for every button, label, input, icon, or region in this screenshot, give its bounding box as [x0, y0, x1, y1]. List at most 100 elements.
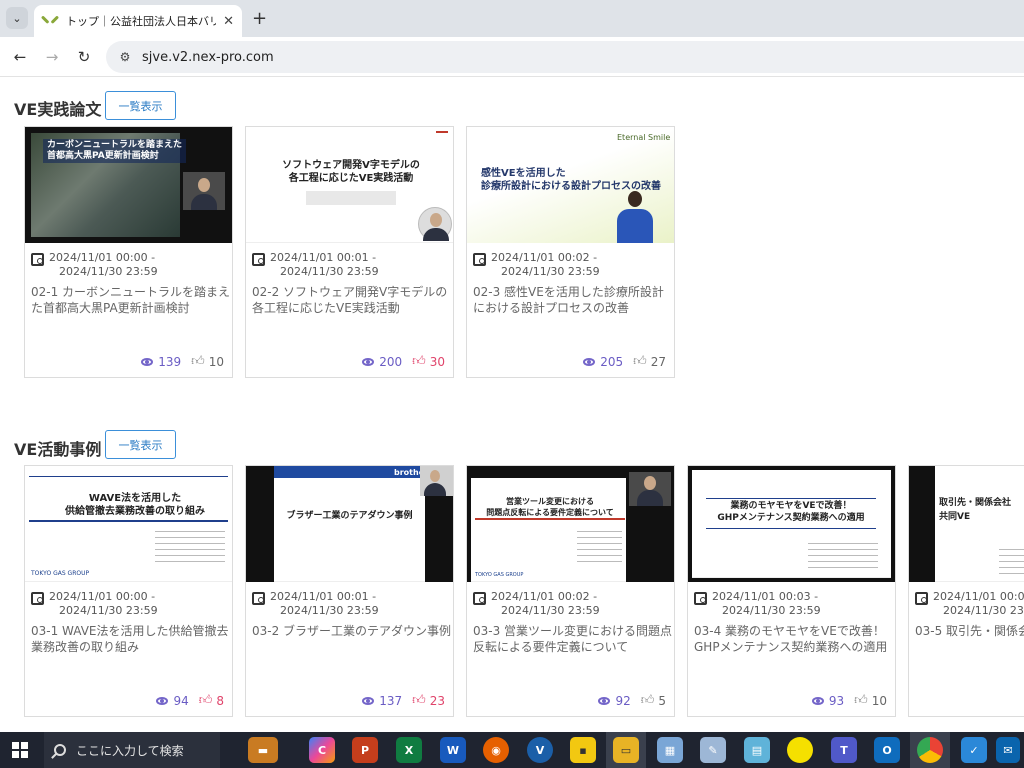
windows-start-icon[interactable]	[12, 742, 28, 758]
like-count: 8	[216, 693, 224, 708]
date-start: 2024/11/01 00:04 -	[933, 590, 1024, 603]
thumbnail-title: ブラザー工業のテアダウン事例	[286, 511, 413, 521]
thumbs-up-icon[interactable]: 👍︎	[633, 354, 647, 369]
presenter-video	[629, 472, 671, 506]
card-title[interactable]: 03-2 ブラザー工業のテアダウン事例	[252, 623, 452, 639]
thumbnail-title: WAVE法を活用した 供給管撤去業務改善の取り組み	[65, 493, 205, 517]
work-briefcase-icon[interactable]: ▬	[248, 737, 278, 763]
card-thumbnail[interactable]: カーボンニュートラルを踏まえた 首都高大黒PA更新計画検討	[25, 127, 232, 243]
presenter-video	[420, 466, 453, 496]
thumbs-up-icon[interactable]: 👍︎	[641, 693, 655, 708]
card-thumbnail[interactable]: 取引先・関係会社 共同VE	[909, 466, 1024, 582]
copilot-icon[interactable]: C	[309, 737, 335, 763]
date-end: 2024/11/30 23:59	[59, 604, 158, 617]
card-title[interactable]: 02-1 カーボンニュートラルを踏まえた首都高大黒PA更新計画検討	[31, 284, 231, 316]
thumbs-up-icon[interactable]: 👍︎	[412, 693, 426, 708]
outlook-icon[interactable]: O	[874, 737, 900, 763]
paint-icon[interactable]: ✎	[700, 737, 726, 763]
like-count: 23	[429, 693, 445, 708]
thumbnail-title: 取引先・関係会社 共同VE	[939, 498, 1012, 522]
card-thumbnail[interactable]: ソフトウェア開発V字モデルの 各工程に応じたVE実践活動	[246, 127, 453, 243]
eye-icon	[598, 696, 611, 705]
url-text: sjve.v2.nex-pro.com	[142, 49, 274, 65]
section-title-ve-cases: VE活動事例	[14, 440, 102, 459]
thumbs-up-icon[interactable]: 👍︎	[854, 693, 868, 708]
teams-icon[interactable]: T	[831, 737, 857, 763]
card-thumbnail[interactable]: 業務のモヤモヤをVEで改善！ GHPメンテナンス契約業務への適用	[688, 466, 895, 582]
url-input[interactable]: ⚙ sjve.v2.nex-pro.com	[106, 41, 1024, 73]
date-end: 2024/11/30 23:59	[280, 604, 379, 617]
eye-icon	[156, 696, 169, 705]
word-icon[interactable]: W	[440, 737, 466, 763]
list-view-button[interactable]: 一覧表示	[105, 430, 176, 459]
section-title-ve-papers: VE実践論文	[14, 100, 102, 119]
view-count: 94	[173, 693, 189, 708]
arrow-left-icon[interactable]: ←	[9, 46, 31, 68]
mail-icon[interactable]: ✉	[996, 737, 1020, 763]
browser-tab-bar: ⌄ トップ｜公益社団法人日本バリュー ✕ +	[0, 0, 1024, 37]
card-stats: 93 👍︎ 10	[811, 693, 887, 708]
tasks-icon[interactable]: ✓	[961, 737, 987, 763]
card-title[interactable]: 02-2 ソフトウェア開発V字モデルの各工程に応じたVE実践活動	[252, 284, 452, 316]
date-start: 2024/11/01 00:00 -	[49, 251, 156, 264]
card-03-3[interactable]: 営業ツール変更における 問題点反転による要件定義について TOKYO GAS G…	[466, 465, 675, 717]
card-title[interactable]: 03-5 取引先・関係会社と共同VE	[915, 623, 1024, 639]
yellow-circle-icon[interactable]	[787, 737, 813, 763]
excel-icon[interactable]: X	[396, 737, 422, 763]
firefox-icon[interactable]: ◉	[483, 737, 509, 763]
file-explorer-icon[interactable]: ▭	[613, 737, 639, 763]
tune-icon[interactable]: ⚙	[116, 48, 134, 66]
like-count: 30	[429, 354, 445, 369]
thumbs-up-icon[interactable]: 👍︎	[412, 354, 426, 369]
page-content: VE実践論文 一覧表示 カーボンニュートラルを踏まえた 首都高大黒PA更新計画検…	[0, 78, 1024, 732]
view-count: 139	[158, 354, 182, 369]
calendar-icon	[252, 592, 265, 605]
date-start: 2024/11/01 00:01 -	[270, 590, 377, 603]
card-02-3[interactable]: Eternal Smile 感性VEを活用した 診療所設計における設計プロセスの…	[466, 126, 675, 378]
card-title[interactable]: 03-1 WAVE法を活用した供給管撤去業務改善の取り組み	[31, 623, 231, 655]
presenter-video	[615, 189, 655, 243]
calendar-icon	[31, 253, 44, 266]
card-title[interactable]: 03-4 業務のモヤモヤをVEで改善！GHPメンテナンス契約業務への適用	[694, 623, 894, 655]
powerpoint-icon[interactable]: P	[352, 737, 378, 763]
card-03-4[interactable]: 業務のモヤモヤをVEで改善！ GHPメンテナンス契約業務への適用 2024/11…	[687, 465, 896, 717]
notepad-icon[interactable]: ▤	[744, 737, 770, 763]
card-02-1[interactable]: カーボンニュートラルを踏まえた 首都高大黒PA更新計画検討 2024/11/01…	[24, 126, 233, 378]
view-count: 93	[828, 693, 845, 708]
view-count: 200	[379, 354, 403, 369]
thumbs-up-icon[interactable]: 👍︎	[191, 354, 205, 369]
card-thumbnail[interactable]: Eternal Smile 感性VEを活用した 診療所設計における設計プロセスの…	[467, 127, 674, 243]
card-03-5[interactable]: 取引先・関係会社 共同VE 2024/11/01 00:04 - 2024/11…	[908, 465, 1024, 717]
taskbar-search-box[interactable]: ここに入力して検索	[44, 732, 220, 768]
chrome-icon[interactable]	[917, 737, 943, 763]
address-bar: ← → ↻ ⚙ sjve.v2.nex-pro.com	[0, 37, 1024, 77]
card-title[interactable]: 02-3 感性VEを活用した診療所設計における設計プロセスの改善	[473, 284, 673, 316]
eye-icon	[362, 696, 375, 705]
sticky-notes-icon[interactable]: ▪	[570, 737, 596, 763]
tab-menu-chevron-down-icon[interactable]: ⌄	[6, 7, 28, 29]
card-thumbnail[interactable]: brother ブラザー工業のテアダウン事例	[246, 466, 453, 582]
card-stats: 139 👍︎ 10	[141, 354, 224, 369]
presenter-video	[183, 172, 225, 210]
view-count: 205	[600, 354, 624, 369]
card-thumbnail[interactable]: 営業ツール変更における 問題点反転による要件定義について TOKYO GAS G…	[467, 466, 674, 582]
search-placeholder: ここに入力して検索	[76, 743, 184, 758]
card-03-1[interactable]: WAVE法を活用した 供給管撤去業務改善の取り組み TOKYO GAS GROU…	[24, 465, 233, 717]
browser-tab[interactable]: トップ｜公益社団法人日本バリュー ✕	[34, 5, 242, 37]
plus-icon[interactable]: +	[252, 8, 267, 29]
list-view-button[interactable]: 一覧表示	[105, 91, 176, 120]
card-stats: 92 👍︎ 5	[598, 693, 666, 708]
arrow-right-icon[interactable]: →	[41, 46, 63, 68]
date-start: 2024/11/01 00:00 -	[49, 590, 156, 603]
reload-icon[interactable]: ↻	[73, 46, 95, 68]
card-thumbnail[interactable]: WAVE法を活用した 供給管撤去業務改善の取り組み TOKYO GAS GROU…	[25, 466, 232, 582]
calendar-icon	[473, 592, 486, 605]
card-03-2[interactable]: brother ブラザー工業のテアダウン事例 2024/11/01 00:01 …	[245, 465, 454, 717]
calendar-icon	[694, 592, 707, 605]
card-title[interactable]: 03-3 営業ツール変更における問題点反転による要件定義について	[473, 623, 673, 655]
ve-app-icon[interactable]: V	[527, 737, 553, 763]
photos-icon[interactable]: ▦	[657, 737, 683, 763]
card-02-2[interactable]: ソフトウェア開発V字モデルの 各工程に応じたVE実践活動 2024/11/01 …	[245, 126, 454, 378]
close-icon[interactable]: ✕	[223, 14, 234, 29]
thumbs-up-icon[interactable]: 👍︎	[199, 693, 213, 708]
